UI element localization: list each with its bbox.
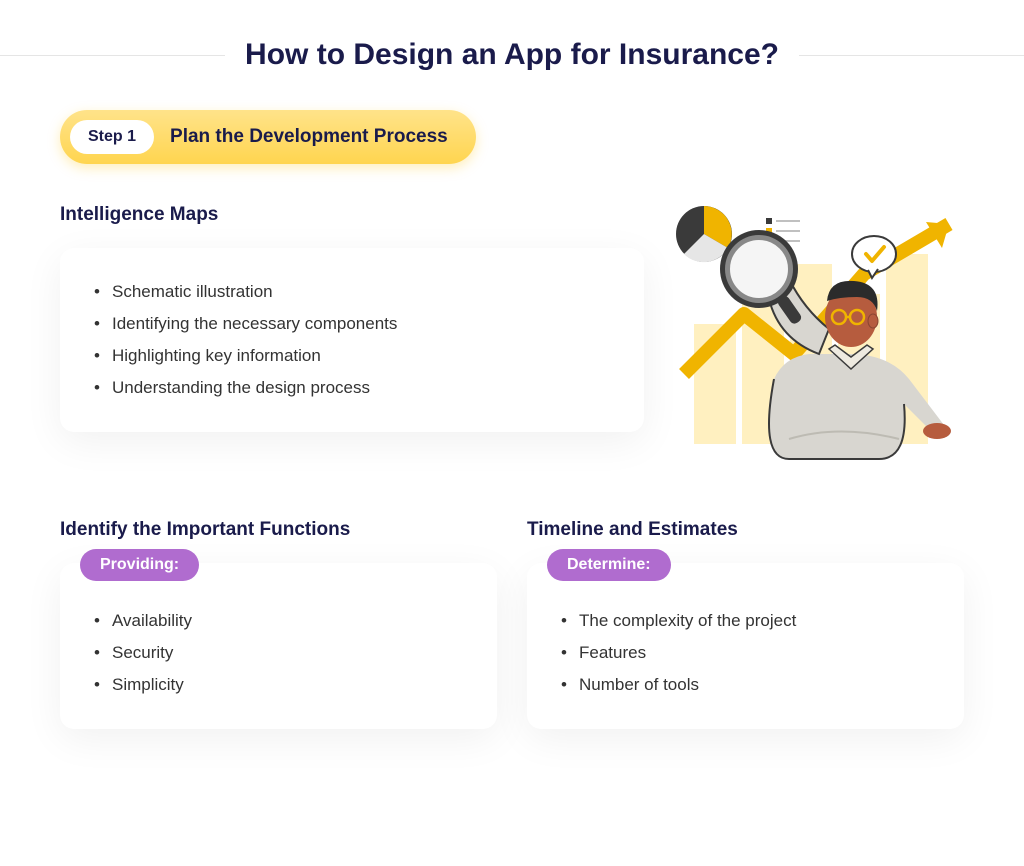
section-title-intelligence: Intelligence Maps — [60, 204, 644, 226]
list-item: Security — [94, 637, 463, 669]
card-functions: Providing: Availability Security Simplic… — [60, 563, 497, 729]
divider-right — [799, 55, 1024, 56]
card-intelligence: Schematic illustration Identifying the n… — [60, 248, 644, 432]
content: Step 1 Plan the Development Process Inte… — [0, 110, 1024, 729]
list-item: Features — [561, 637, 930, 669]
list-item: The complexity of the project — [561, 605, 930, 637]
badge-providing: Providing: — [80, 549, 199, 581]
page-title: How to Design an App for Insurance? — [225, 38, 799, 72]
step-badge: Step 1 — [70, 120, 154, 154]
list-item: Availability — [94, 605, 463, 637]
divider-left — [0, 55, 225, 56]
step-pill: Step 1 Plan the Development Process — [60, 110, 476, 164]
badge-determine: Determine: — [547, 549, 671, 581]
list-item: Schematic illustration — [94, 276, 610, 308]
section-title-functions: Identify the Important Functions — [60, 519, 497, 541]
section-title-timeline: Timeline and Estimates — [527, 519, 964, 541]
list-item: Simplicity — [94, 669, 463, 701]
list-item: Identifying the necessary components — [94, 308, 610, 340]
list-item: Highlighting key information — [94, 340, 610, 372]
step-label: Plan the Development Process — [170, 126, 448, 148]
list-item: Understanding the design process — [94, 372, 610, 404]
illustration-analytics — [664, 204, 964, 464]
header: How to Design an App for Insurance? — [0, 38, 1024, 72]
card-timeline: Determine: The complexity of the project… — [527, 563, 964, 729]
list-item: Number of tools — [561, 669, 930, 701]
